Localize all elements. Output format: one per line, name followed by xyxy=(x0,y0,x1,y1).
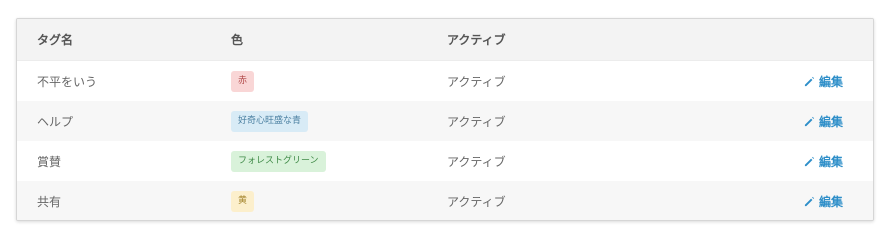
pencil-icon xyxy=(804,116,815,126)
header-status: アクティブ xyxy=(447,33,506,47)
edit-label: 編集 xyxy=(818,194,843,209)
color-badge: 好奇心旺盛な青 xyxy=(231,110,309,132)
table-row: 賞賛 フォレストグリーン アクティブ 編集 xyxy=(17,141,873,181)
edit-button[interactable]: 編集 xyxy=(804,153,843,170)
tag-status: アクティブ xyxy=(447,114,506,129)
edit-label: 編集 xyxy=(818,154,843,169)
color-badge: 黄 xyxy=(231,190,255,212)
edit-label: 編集 xyxy=(818,74,843,89)
header-color: 色 xyxy=(231,33,244,47)
table-row: 共有 黄 アクティブ 編集 xyxy=(17,181,873,220)
edit-button[interactable]: 編集 xyxy=(804,113,843,130)
edit-label: 編集 xyxy=(818,114,843,129)
table-row: 不平をいう 赤 アクティブ 編集 xyxy=(17,61,873,101)
color-badge: フォレストグリーン xyxy=(231,150,326,172)
tag-name: 賞賛 xyxy=(37,154,62,169)
pencil-icon xyxy=(804,156,815,166)
table-row: ヘルプ 好奇心旺盛な青 アクティブ 編集 xyxy=(17,101,873,141)
edit-button[interactable]: 編集 xyxy=(804,193,843,210)
tag-name: 不平をいう xyxy=(37,74,98,89)
tags-table: タグ名 色 アクティブ 不平をいう 赤 アクティブ 編集 ヘルプ 好奇心旺盛な青… xyxy=(16,18,874,221)
pencil-icon xyxy=(804,76,815,86)
header-tag-name: タグ名 xyxy=(37,33,74,47)
color-badge: 赤 xyxy=(231,70,255,92)
tag-name: ヘルプ xyxy=(37,114,74,129)
tag-name: 共有 xyxy=(37,194,62,209)
pencil-icon xyxy=(804,196,815,206)
tag-status: アクティブ xyxy=(447,74,506,89)
table-header: タグ名 色 アクティブ xyxy=(17,19,873,61)
edit-button[interactable]: 編集 xyxy=(804,73,843,90)
tag-status: アクティブ xyxy=(447,154,506,169)
tag-status: アクティブ xyxy=(447,194,506,209)
